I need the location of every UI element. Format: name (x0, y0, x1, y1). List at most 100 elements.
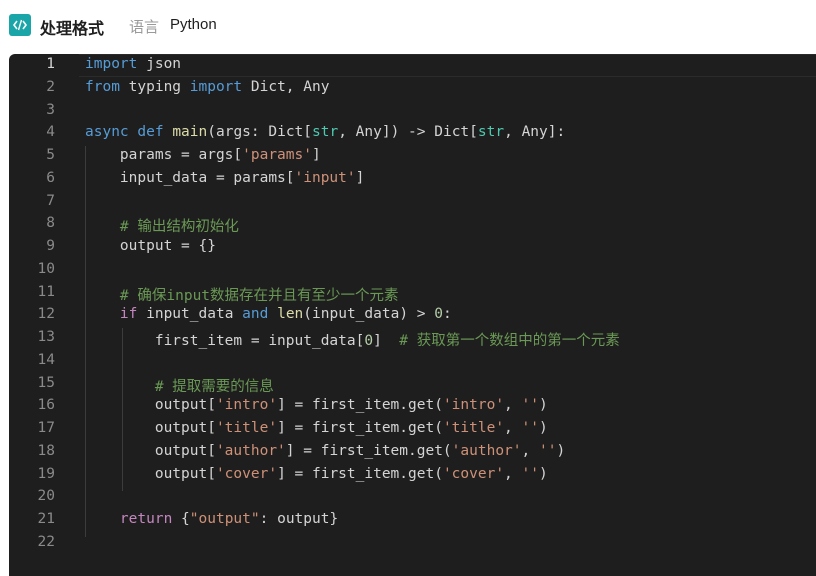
code-token: ] = first_item.get( (277, 465, 443, 482)
code-token: , (504, 397, 522, 414)
code-token: params = args[ (85, 147, 243, 163)
code-text: first_item = input_data[0] # 获取第一个数组中的第一… (85, 329, 620, 350)
code-token: input_data = params[ (85, 169, 295, 186)
code-line[interactable]: 18 output['author'] = first_item.get('au… (9, 441, 816, 464)
code-line[interactable]: 2 from typing import Dict, Any (9, 77, 816, 100)
line-number: 5 (46, 147, 55, 163)
code-token: str (312, 124, 339, 141)
code-token: 0 (434, 306, 443, 323)
code-text: output['cover'] = first_item.get('cover'… (85, 466, 548, 482)
code-text: import json (85, 56, 181, 72)
line-number: 7 (46, 192, 55, 209)
code-token: input_data (137, 306, 243, 323)
code-line[interactable]: 15 # 提取需要的信息 (9, 373, 816, 396)
code-token: 'title' (442, 420, 505, 436)
code-token: ) (538, 397, 548, 414)
code-text: output['intro'] = first_item.get('intro'… (85, 397, 548, 413)
code-line[interactable]: 9 output = {} (9, 236, 816, 259)
code-token: : output} (259, 511, 339, 527)
code-line[interactable]: 6 input_data = params['input'] (9, 168, 816, 191)
code-line[interactable]: 13 first_item = input_data[0] # 获取第一个数组中… (9, 327, 816, 350)
line-number: 8 (46, 215, 55, 232)
code-line[interactable]: 17 output['title'] = first_item.get('tit… (9, 418, 816, 441)
code-text: # 输出结构初始化 (85, 215, 239, 236)
code-token: 'author' (215, 442, 286, 459)
code-line[interactable]: 5 params = args['params'] (9, 145, 816, 168)
code-token: output[ (85, 442, 216, 459)
block-title: 处理格式 (40, 19, 105, 38)
line-number: 11 (37, 283, 55, 300)
code-text: # 确保input数据存在并且有至少一个元素 (85, 284, 399, 305)
code-token: 'cover' (442, 465, 505, 482)
code-text: # 提取需要的信息 (85, 375, 274, 396)
code-token: # 确保input数据存在并且有至少一个元素 (119, 287, 399, 304)
code-token: "output" (189, 511, 260, 527)
code-token: 'input' (294, 169, 356, 186)
code-token: and (242, 306, 269, 323)
code-token: , (504, 465, 522, 482)
code-token: ] (311, 147, 321, 163)
code-text: from typing import Dict, Any (85, 79, 329, 95)
code-line[interactable]: 7 (9, 191, 816, 214)
code-token: : Dict[ (250, 124, 313, 141)
code-line[interactable]: 21 return {"output": output} (9, 509, 816, 532)
code-line[interactable]: 1 import json (9, 54, 816, 77)
code-token: '' (521, 465, 539, 482)
code-token: ( (207, 124, 216, 141)
code-line[interactable]: 19 output['cover'] = first_item.get('cov… (9, 464, 816, 487)
code-text: if input_data and len(input_data) > 0: (85, 306, 452, 322)
code-token: import (189, 78, 243, 95)
code-token: ] = first_item.get( (277, 397, 443, 414)
code-token: args (215, 124, 251, 141)
code-line[interactable]: 22 (9, 532, 816, 555)
code-token: , Any]) -> Dict[ (338, 124, 478, 141)
language-label: 语言 (129, 18, 160, 36)
code-token: return (119, 511, 173, 527)
line-number: 6 (46, 169, 55, 186)
line-number: 15 (37, 374, 55, 391)
code-token: # 输出结构初始化 (119, 219, 239, 236)
line-number: 19 (37, 465, 55, 482)
code-token: ) (556, 442, 566, 459)
code-token: def (137, 124, 164, 141)
code-token: ] = first_item.get( (285, 442, 452, 459)
line-number: 14 (37, 351, 55, 368)
code-token: output[ (85, 465, 216, 482)
code-token: # 提取需要的信息 (154, 378, 274, 395)
code-token: if (119, 306, 138, 323)
code-token: output[ (85, 397, 216, 414)
code-line[interactable]: 16 output['intro'] = first_item.get('int… (9, 395, 816, 418)
code-editor[interactable]: 1 import json 2 from typing import Dict, An… (9, 54, 816, 576)
code-text: async def main(args: Dict[str, Any]) -> … (85, 124, 565, 140)
code-line[interactable]: 12 if input_data and len(input_data) > 0… (9, 304, 816, 327)
code-line[interactable]: 3 (9, 100, 816, 123)
code-token: output[ (85, 420, 216, 436)
code-token: 0 (364, 333, 374, 349)
line-number: 3 (46, 101, 55, 118)
code-line[interactable]: 20 (9, 486, 816, 509)
code-icon (9, 14, 31, 36)
code-token: '' (521, 420, 539, 436)
code-token: typing (119, 78, 190, 95)
language-value[interactable]: Python (170, 16, 217, 33)
code-token: len (277, 306, 304, 323)
code-line[interactable]: 8 # 输出结构初始化 (9, 213, 816, 236)
code-line[interactable]: 10 (9, 259, 816, 282)
code-token: # 获取第一个数组中的第一个元素 (399, 333, 620, 349)
code-token: 'params' (242, 147, 312, 163)
code-token: ] = first_item.get( (277, 420, 443, 436)
code-text: input_data = params['input'] (85, 170, 364, 186)
code-token: async (85, 124, 129, 141)
line-number: 20 (37, 488, 55, 505)
line-number: 1 (46, 56, 55, 72)
line-number: 9 (46, 238, 55, 254)
line-number: 2 (46, 78, 55, 95)
line-number: 22 (37, 533, 55, 550)
code-line[interactable]: 14 (9, 350, 816, 373)
code-line[interactable]: 4 async def main(args: Dict[str, Any]) ->… (9, 122, 816, 145)
code-token: ) (538, 420, 548, 436)
code-line[interactable]: 11 # 确保input数据存在并且有至少一个元素 (9, 282, 816, 305)
